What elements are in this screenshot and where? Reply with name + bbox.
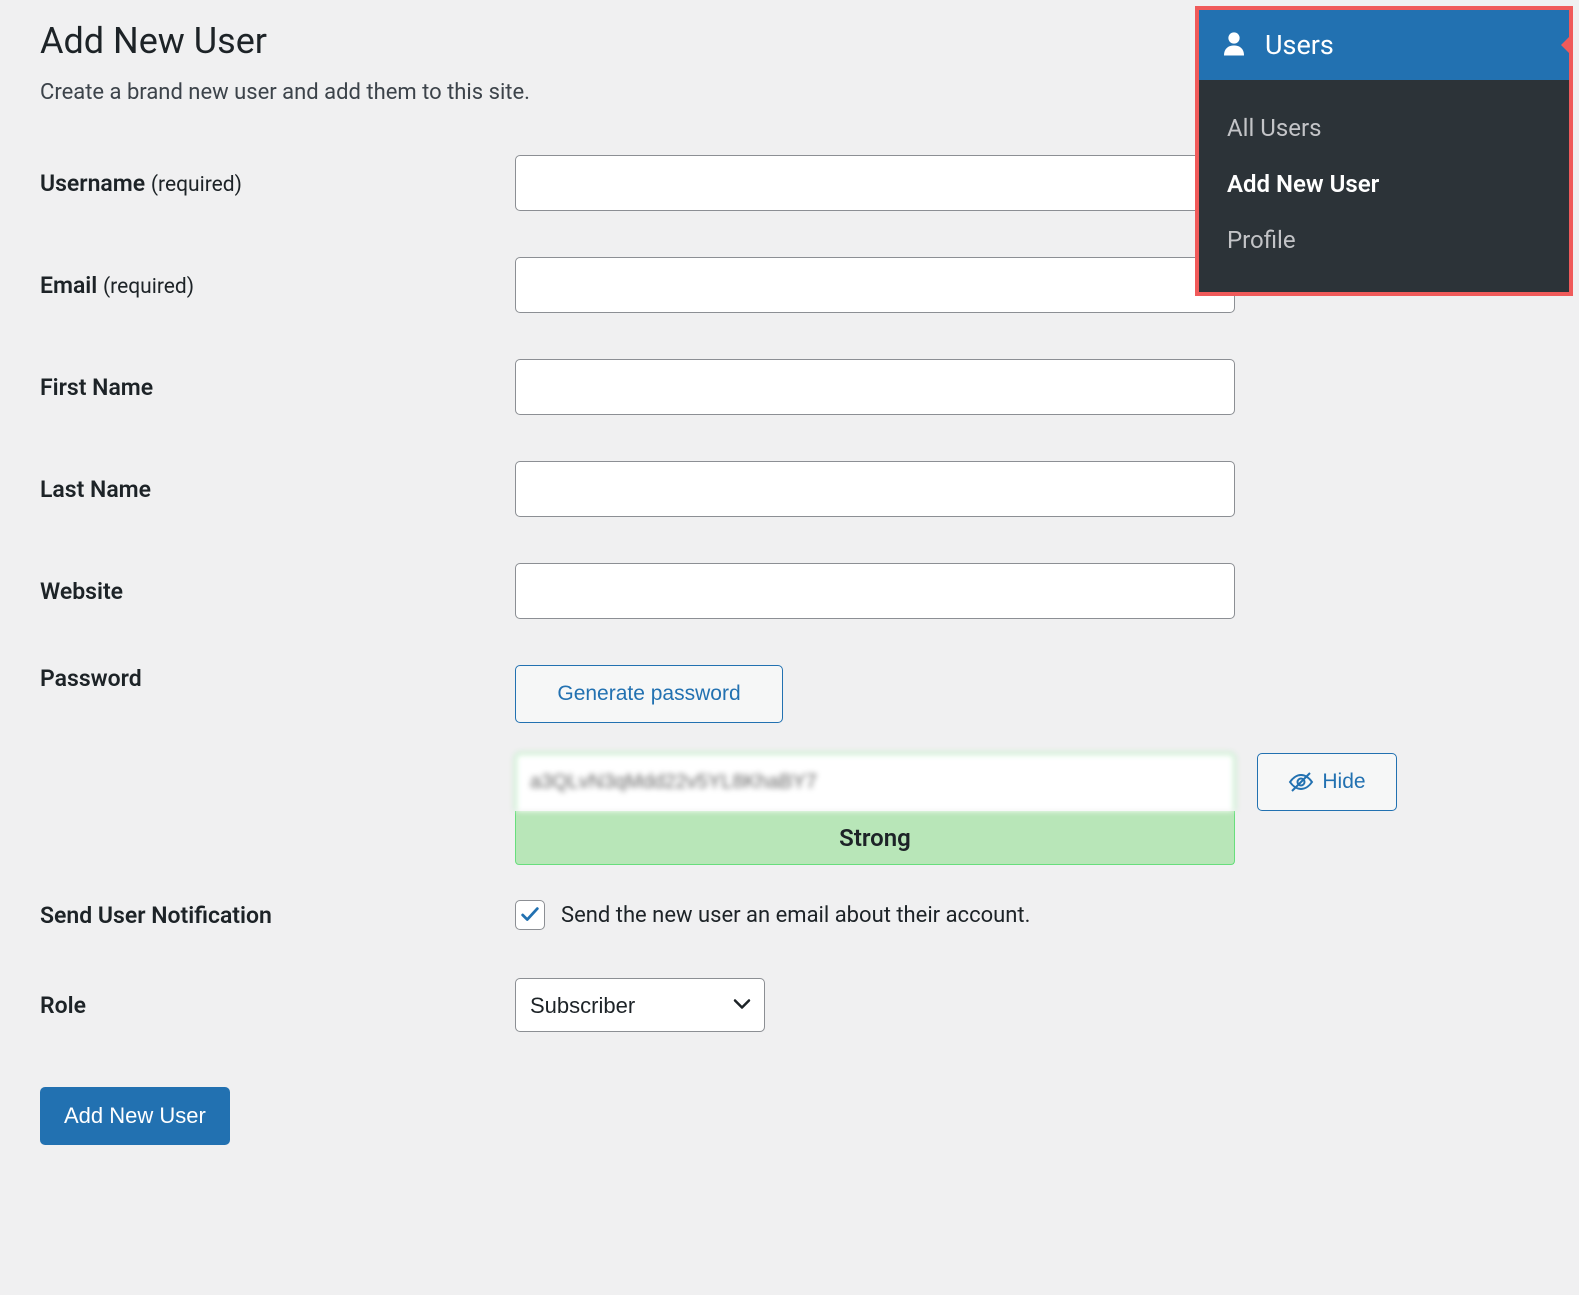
email-label: Email (required) [40, 272, 515, 299]
hide-password-button[interactable]: Hide [1257, 753, 1397, 811]
password-input[interactable] [515, 753, 1235, 811]
email-input[interactable] [515, 257, 1235, 313]
firstname-label: First Name [40, 374, 515, 401]
role-label: Role [40, 992, 515, 1019]
website-input[interactable] [515, 563, 1235, 619]
sidebar-item-profile[interactable]: Profile [1227, 212, 1541, 268]
sidebar-header-users[interactable]: Users [1199, 10, 1569, 80]
password-strength-meter: Strong [515, 811, 1235, 865]
role-select[interactable]: Subscriber [515, 978, 765, 1032]
sidebar-header-label: Users [1265, 29, 1334, 61]
username-input[interactable] [515, 155, 1235, 211]
check-icon [519, 904, 541, 926]
notification-checkbox-label: Send the new user an email about their a… [561, 903, 1030, 928]
add-new-user-button[interactable]: Add New User [40, 1087, 230, 1145]
notification-label: Send User Notification [40, 902, 515, 929]
label-text: Email [40, 272, 97, 299]
sidebar-submenu: All Users Add New User Profile [1199, 80, 1569, 292]
password-label: Password [40, 665, 515, 692]
sidebar-users-flyout: Users All Users Add New User Profile [1195, 6, 1573, 296]
notification-checkbox[interactable] [515, 900, 545, 930]
pointer-icon [1561, 34, 1572, 56]
sidebar-item-add-new-user[interactable]: Add New User [1227, 156, 1541, 212]
website-label: Website [40, 578, 515, 605]
lastname-label: Last Name [40, 476, 515, 503]
generate-password-button[interactable]: Generate password [515, 665, 783, 723]
eye-slash-icon [1288, 771, 1314, 793]
label-text: Username [40, 170, 145, 197]
user-icon [1219, 28, 1249, 62]
username-label: Username (required) [40, 170, 515, 197]
sidebar-item-all-users[interactable]: All Users [1227, 100, 1541, 156]
hide-button-label: Hide [1322, 770, 1365, 794]
lastname-input[interactable] [515, 461, 1235, 517]
required-text: (required) [103, 275, 194, 299]
required-text: (required) [151, 173, 242, 197]
firstname-input[interactable] [515, 359, 1235, 415]
